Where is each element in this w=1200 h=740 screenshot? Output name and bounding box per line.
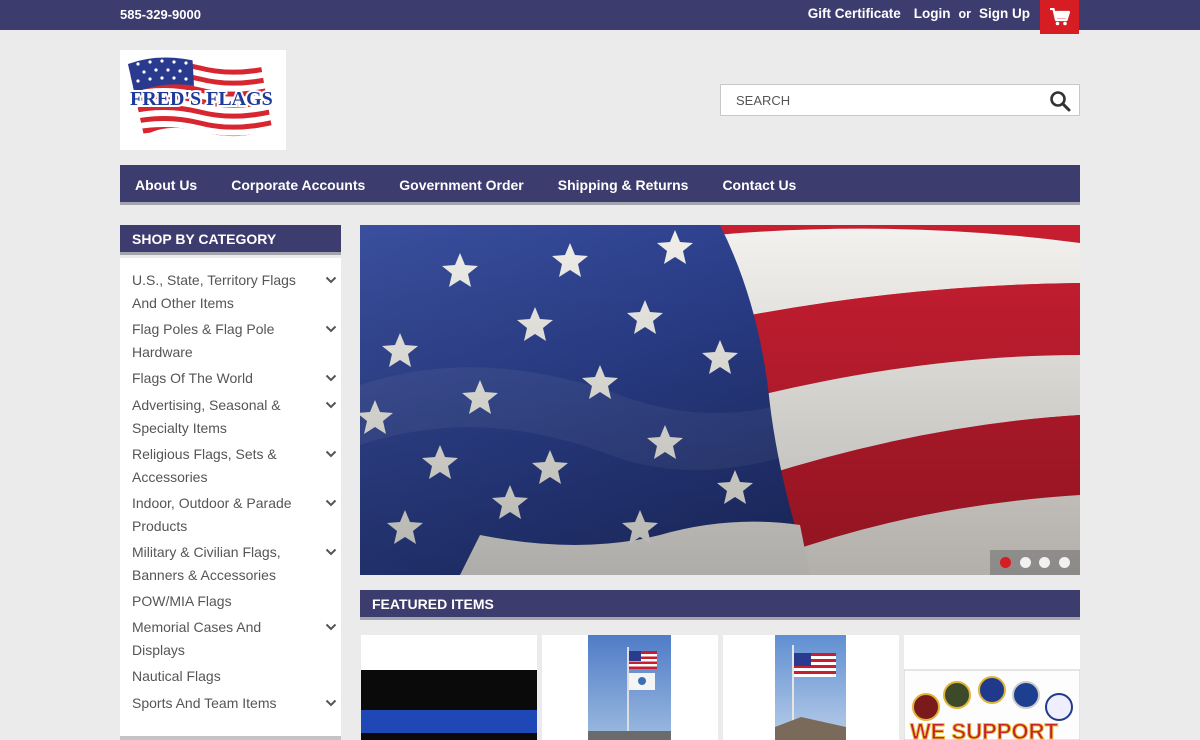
banner-caption: WE SUPPORT — [910, 719, 1058, 740]
category-item[interactable]: Religious Flags, Sets & Accessories — [132, 443, 337, 488]
flagpole-us-flag-image[interactable] — [723, 635, 899, 740]
logo-text: FRED'S FLAGS — [130, 88, 273, 110]
category-heading: SHOP BY CATEGORY — [120, 225, 341, 255]
chevron-down-icon[interactable] — [325, 498, 337, 508]
nav-about-us[interactable]: About Us — [135, 165, 197, 202]
featured-item-card[interactable] — [361, 635, 537, 740]
top-bar: 585-329-9000 Gift Certificate Login or S… — [0, 0, 1200, 34]
account-links: Gift Certificate Login or Sign Up — [808, 6, 1030, 21]
gift-certificate-link[interactable]: Gift Certificate — [808, 6, 901, 21]
category-item[interactable]: POW/MIA Flags — [132, 590, 332, 613]
category-item[interactable]: Sports And Team Items — [132, 692, 337, 715]
chevron-down-icon[interactable] — [325, 698, 337, 708]
category-item[interactable]: Flags Of The World — [132, 367, 337, 390]
featured-item-card[interactable] — [542, 635, 718, 740]
flag-logo-image: FRED'S FLAGS FRED'S FLAGS — [128, 57, 275, 137]
login-link[interactable]: Login — [914, 6, 951, 21]
category-item[interactable]: Flag Poles & Flag Pole Hardware — [132, 318, 337, 363]
category-label[interactable]: Memorial Cases And Displays — [132, 616, 297, 661]
category-item[interactable]: Advertising, Seasonal & Specialty Items — [132, 394, 337, 439]
flagpole-with-flags-image[interactable] — [542, 635, 718, 740]
featured-items-heading: FEATURED ITEMS — [360, 590, 1080, 620]
site-logo[interactable]: FRED'S FLAGS FRED'S FLAGS — [120, 50, 286, 150]
slider-pagination — [990, 550, 1080, 575]
sidebar-divider — [120, 736, 341, 740]
category-list: U.S., State, Territory Flags And Other I… — [120, 258, 341, 740]
search-icon[interactable] — [1049, 90, 1071, 112]
category-label[interactable]: Nautical Flags — [132, 665, 297, 688]
chevron-down-icon[interactable] — [325, 324, 337, 334]
we-support-military-banner-image[interactable]: WE SUPPORT — [904, 635, 1080, 740]
hero-slider[interactable] — [360, 225, 1080, 575]
signup-link[interactable]: Sign Up — [979, 6, 1030, 21]
search-box — [720, 84, 1080, 116]
chevron-down-icon[interactable] — [325, 449, 337, 459]
category-label[interactable]: Advertising, Seasonal & Specialty Items — [132, 394, 297, 439]
category-item[interactable]: Indoor, Outdoor & Parade Products — [132, 492, 337, 537]
slide-dot-2[interactable] — [1019, 557, 1031, 568]
category-label[interactable]: Military & Civilian Flags, Banners & Acc… — [132, 541, 297, 586]
category-item[interactable]: Military & Civilian Flags, Banners & Acc… — [132, 541, 337, 586]
category-label[interactable]: Indoor, Outdoor & Parade Products — [132, 492, 297, 537]
shopping-cart-icon — [1049, 8, 1070, 26]
slide-dot-3[interactable] — [1039, 557, 1051, 568]
category-label[interactable]: Flags Of The World — [132, 367, 297, 390]
main-nav: About Us Corporate Accounts Government O… — [120, 165, 1080, 205]
chevron-down-icon[interactable] — [325, 400, 337, 410]
featured-item-card[interactable]: WE SUPPORT — [904, 635, 1080, 740]
nav-contact-us[interactable]: Contact Us — [722, 165, 796, 202]
category-label[interactable]: POW/MIA Flags — [132, 590, 297, 613]
slide-dot-1[interactable] — [1000, 557, 1012, 568]
chevron-down-icon[interactable] — [325, 547, 337, 557]
thin-blue-line-flag-image[interactable] — [361, 635, 537, 740]
nav-shipping-returns[interactable]: Shipping & Returns — [558, 165, 689, 202]
waving-us-flag-image — [360, 225, 1080, 575]
chevron-down-icon[interactable] — [325, 373, 337, 383]
category-label[interactable]: U.S., State, Territory Flags And Other I… — [132, 269, 297, 314]
nav-corporate-accounts[interactable]: Corporate Accounts — [231, 165, 365, 202]
slide-dot-4[interactable] — [1058, 557, 1070, 568]
nav-government-order[interactable]: Government Order — [399, 165, 523, 202]
phone-number[interactable]: 585-329-9000 — [120, 7, 201, 22]
category-item[interactable]: Memorial Cases And Displays — [132, 616, 337, 661]
category-label[interactable]: Flag Poles & Flag Pole Hardware — [132, 318, 297, 363]
chevron-down-icon[interactable] — [325, 275, 337, 285]
category-label[interactable]: Sports And Team Items — [132, 692, 297, 715]
or-text: or — [958, 6, 972, 21]
featured-item-card[interactable] — [723, 635, 899, 740]
category-item[interactable]: Nautical Flags — [132, 665, 332, 688]
category-label[interactable]: Religious Flags, Sets & Accessories — [132, 443, 297, 488]
cart-button[interactable] — [1040, 0, 1079, 34]
chevron-down-icon[interactable] — [325, 622, 337, 632]
category-item[interactable]: U.S., State, Territory Flags And Other I… — [132, 269, 337, 314]
search-input[interactable] — [721, 85, 1041, 115]
